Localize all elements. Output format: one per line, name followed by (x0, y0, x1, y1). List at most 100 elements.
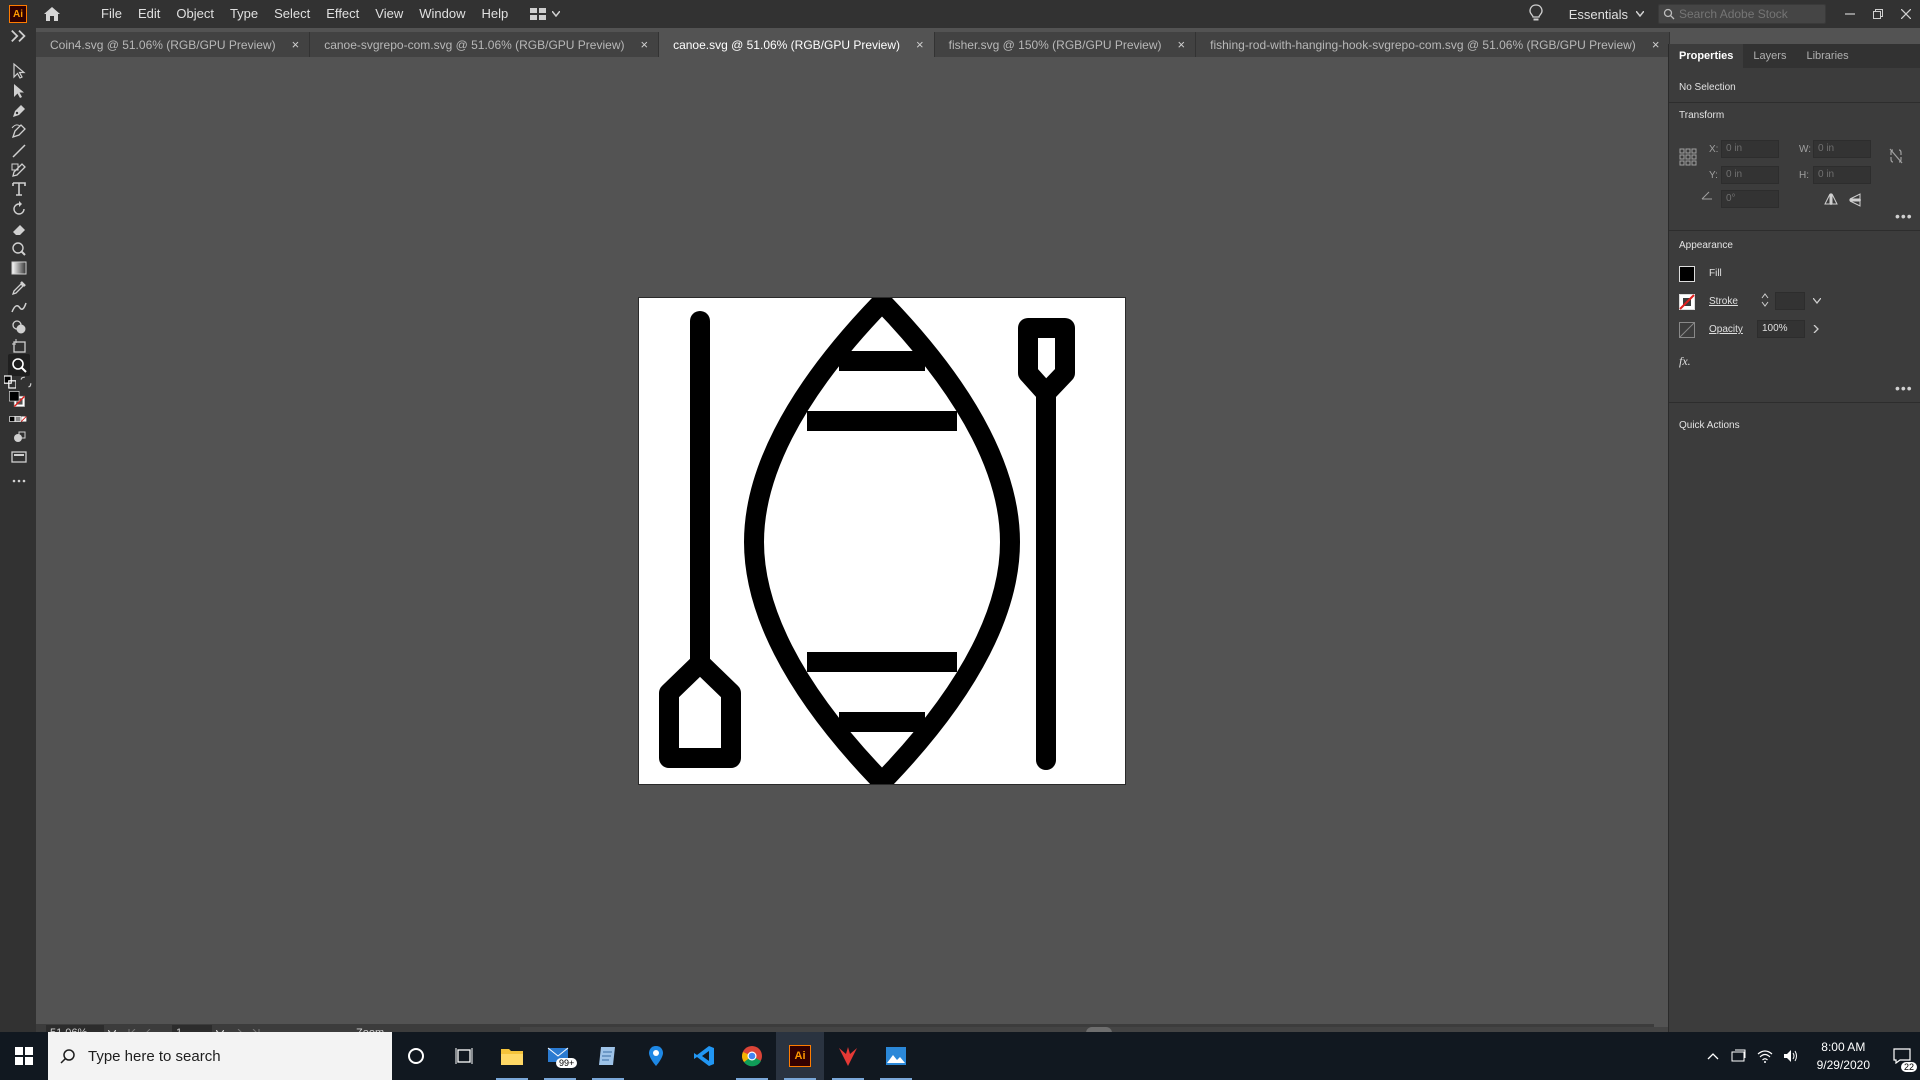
document-tab[interactable]: Coin4.svg @ 51.06% (RGB/GPU Preview) × (36, 32, 311, 57)
file-explorer-app[interactable] (488, 1032, 536, 1080)
menu-view[interactable]: View (367, 0, 411, 28)
stock-search-input[interactable] (1679, 7, 1819, 21)
tab-label: fisher.svg @ 150% (RGB/GPU Preview) (948, 37, 1162, 52)
transform-more-options[interactable]: ••• (1895, 208, 1913, 224)
angle-field[interactable]: 0° (1721, 190, 1779, 208)
taskbar-search[interactable]: Type here to search (48, 1032, 392, 1080)
discover-button[interactable] (1529, 3, 1543, 25)
canoe-artwork[interactable] (639, 292, 1125, 792)
notes-app[interactable] (584, 1032, 632, 1080)
direct-selection-tool[interactable] (8, 80, 30, 102)
volume-icon[interactable] (1783, 1049, 1799, 1063)
stroke-swatch[interactable] (1679, 294, 1695, 310)
red-bird-app[interactable] (824, 1032, 872, 1080)
start-button[interactable] (0, 1032, 48, 1080)
maps-app[interactable] (632, 1032, 680, 1080)
artboard-icon (12, 339, 26, 353)
clock[interactable]: 8:00 AM 9/29/2020 (1817, 1038, 1870, 1074)
tab-label: fishing-rod-with-hanging-hook-svgrepo-co… (1210, 37, 1636, 52)
cortana-button[interactable] (392, 1032, 440, 1080)
properties-panel: Properties Layers Libraries No Selection… (1668, 44, 1920, 1032)
tab-close-button[interactable]: × (1652, 37, 1660, 52)
tab-close-button[interactable]: × (292, 37, 300, 52)
opacity-field[interactable]: 100% (1757, 320, 1805, 338)
menu-effect[interactable]: Effect (318, 0, 367, 28)
fx-button[interactable]: fx. (1679, 354, 1691, 369)
wifi-icon[interactable] (1757, 1049, 1773, 1063)
menu-type[interactable]: Type (222, 0, 266, 28)
photos-app[interactable] (872, 1032, 920, 1080)
adobe-stock-search[interactable] (1658, 4, 1826, 24)
document-tab-active[interactable]: canoe.svg @ 51.06% (RGB/GPU Preview) × (659, 32, 935, 57)
fill-label[interactable]: Fill (1709, 268, 1722, 279)
appearance-more-options[interactable]: ••• (1895, 380, 1913, 396)
arrange-documents-button[interactable] (530, 8, 561, 20)
rotate-icon (13, 201, 25, 215)
flip-vertical-icon[interactable] (1849, 193, 1861, 207)
workspace-switcher[interactable]: Essentials (1569, 7, 1628, 22)
stepper-arrows-icon[interactable] (1761, 292, 1769, 308)
pen-tool[interactable] (8, 100, 30, 122)
collapse-toolbar-button[interactable] (8, 29, 30, 43)
type-tool[interactable] (8, 178, 30, 200)
height-field[interactable]: 0 in (1813, 166, 1871, 184)
stroke-label[interactable]: Stroke (1709, 296, 1738, 307)
x-field[interactable]: 0 in (1721, 140, 1779, 158)
eraser-tool[interactable] (8, 218, 30, 240)
chevron-down-icon (1636, 11, 1644, 17)
chrome-app[interactable] (728, 1032, 776, 1080)
flip-horizontal-icon[interactable] (1824, 193, 1838, 205)
mail-app[interactable]: 99+ (536, 1032, 584, 1080)
menu-edit[interactable]: Edit (130, 0, 168, 28)
vscode-icon (694, 1046, 714, 1066)
restore-button[interactable] (1864, 0, 1892, 28)
y-field[interactable]: 0 in (1721, 166, 1779, 184)
chevron-right-icon[interactable] (1813, 325, 1819, 333)
gradient-tool[interactable] (8, 257, 30, 279)
curvature-tool[interactable] (8, 120, 30, 142)
opacity-swatch[interactable] (1679, 322, 1695, 338)
home-button[interactable] (41, 3, 63, 25)
menu-help[interactable]: Help (473, 0, 516, 28)
width-field[interactable]: 0 in (1813, 140, 1871, 158)
edit-toolbar-button[interactable] (8, 470, 30, 492)
menu-window[interactable]: Window (411, 0, 473, 28)
tab-libraries[interactable]: Libraries (1796, 44, 1858, 68)
fill-swatch[interactable] (1679, 266, 1695, 282)
canvas[interactable] (36, 57, 1697, 1077)
vscode-app[interactable] (680, 1032, 728, 1080)
task-view-button[interactable] (440, 1032, 488, 1080)
onedrive-icon[interactable] (1731, 1049, 1747, 1063)
artboard[interactable] (638, 292, 1126, 792)
close-window-button[interactable] (1892, 0, 1920, 28)
screen-mode-button[interactable] (8, 446, 30, 468)
eyedropper-icon (11, 281, 26, 296)
document-tab[interactable]: canoe-svgrepo-com.svg @ 51.06% (RGB/GPU … (310, 32, 660, 57)
minimize-button[interactable] (1836, 0, 1864, 28)
menu-file[interactable]: File (93, 0, 130, 28)
document-tab[interactable]: fishing-rod-with-hanging-hook-svgrepo-co… (1196, 32, 1671, 57)
rotate-tool[interactable] (8, 198, 30, 220)
stroke-weight-field[interactable] (1775, 292, 1805, 310)
opacity-label[interactable]: Opacity (1709, 324, 1743, 335)
fill-stroke-swatches[interactable] (4, 386, 30, 412)
menu-bar: Ai File Edit Object Type Select Effect V… (0, 0, 1920, 28)
tab-close-button[interactable]: × (1178, 37, 1186, 52)
constrain-proportions-icon[interactable] (1889, 148, 1903, 164)
chevron-down-icon[interactable] (1813, 298, 1821, 304)
blend-tool[interactable] (8, 296, 30, 318)
chevron-up-icon[interactable] (1707, 1052, 1719, 1060)
menu-object[interactable]: Object (168, 0, 222, 28)
tab-properties[interactable]: Properties (1669, 44, 1744, 68)
selection-tool[interactable] (8, 60, 30, 82)
tab-layers[interactable]: Layers (1743, 44, 1796, 68)
tab-close-button[interactable]: × (916, 37, 924, 52)
tab-close-button[interactable]: × (640, 37, 648, 52)
illustrator-app[interactable]: Ai (776, 1032, 824, 1080)
menu-select[interactable]: Select (266, 0, 318, 28)
reference-point-icon[interactable] (1679, 148, 1697, 166)
color-mode-buttons[interactable] (4, 413, 32, 425)
draw-mode-icon (14, 431, 26, 442)
action-center-button[interactable]: 22 (1884, 1032, 1920, 1080)
document-tab[interactable]: fisher.svg @ 150% (RGB/GPU Preview) × (934, 32, 1197, 57)
